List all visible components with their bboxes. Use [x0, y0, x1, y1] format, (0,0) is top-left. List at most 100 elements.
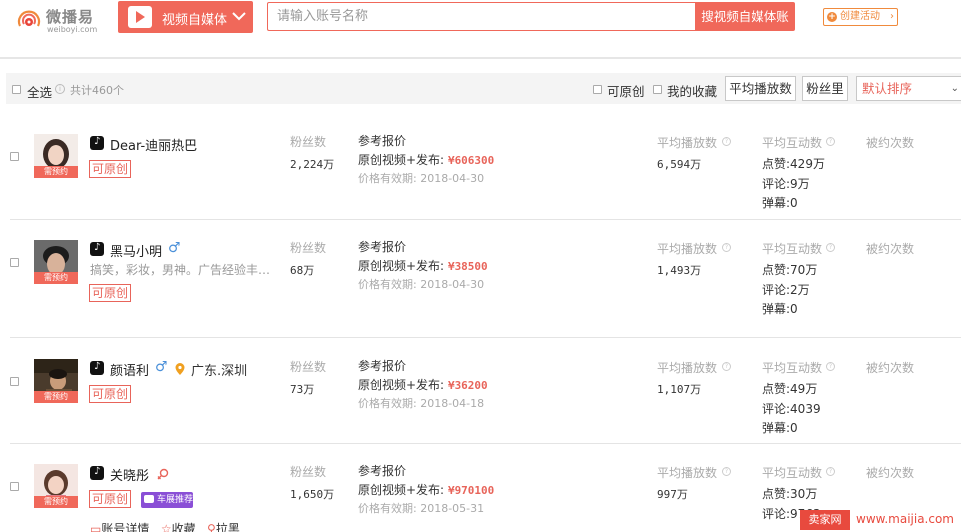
- help-icon: ?: [722, 467, 731, 476]
- avatar[interactable]: 需预约: [34, 240, 78, 284]
- quote-label: 参考报价: [358, 359, 407, 373]
- account-name[interactable]: 黑马小明: [110, 241, 162, 260]
- comments-prefix: 评论:: [762, 402, 791, 416]
- price-line: 原创视频+发布: ¥36200: [358, 376, 488, 393]
- fans-value: 73万: [290, 383, 315, 396]
- account-name[interactable]: 颜语利: [110, 360, 149, 379]
- original-filter-checkbox[interactable]: [593, 85, 602, 94]
- original-tag: 可原创: [89, 284, 132, 302]
- row-checkbox[interactable]: [10, 152, 19, 161]
- select-all-label[interactable]: 全选: [27, 82, 52, 101]
- logo-mark-icon: [17, 10, 41, 27]
- row-divider: [10, 443, 961, 444]
- chevron-right-icon: ›: [890, 11, 894, 22]
- fans-label: 粉丝数: [290, 135, 327, 149]
- help-icon: ?: [826, 362, 835, 371]
- price-validity: 价格有效期: 2018-04-30: [358, 170, 484, 186]
- list-toolbar: 全选 i 共计460个 可原创 我的收藏 平均播放数 粉丝里 默认排序 ⌄: [6, 73, 961, 104]
- price-currency: ¥: [447, 154, 455, 167]
- sort-fans-button[interactable]: 粉丝里: [802, 76, 848, 101]
- validity-date: 2018-04-18: [420, 397, 485, 410]
- row-checkbox[interactable]: [10, 482, 19, 491]
- danmu-value: 0: [790, 196, 798, 210]
- select-all-checkbox[interactable]: [12, 85, 21, 94]
- row-checkbox[interactable]: [10, 377, 19, 386]
- danmu-stat: 弹幕:0: [762, 194, 798, 211]
- location-pin-icon: [175, 363, 185, 375]
- likes-prefix: 点赞:: [762, 382, 791, 396]
- danmu-value: 0: [790, 421, 798, 435]
- help-icon: ?: [722, 137, 731, 146]
- create-activity-label: 创建活动: [840, 11, 880, 22]
- help-icon: ?: [826, 137, 835, 146]
- chevron-down-icon: [232, 12, 246, 21]
- watermark-url: www.maijia.com: [856, 512, 954, 526]
- price-currency: ¥: [447, 260, 455, 273]
- account-intro: 搞笑，彩妆，男神。广告经验丰…: [90, 263, 271, 277]
- comments-prefix: 评论:: [762, 507, 791, 521]
- price-line: 原创视频+发布: ¥970100: [358, 481, 494, 498]
- detail-icon: ▭: [90, 522, 102, 532]
- sort-order-select[interactable]: 默认排序 ⌄: [856, 76, 961, 101]
- avatar[interactable]: 需预约: [34, 359, 78, 403]
- price-validity: 价格有效期: 2018-05-31: [358, 500, 484, 516]
- sort-order-value: 默认排序: [862, 81, 913, 96]
- likes-stat: 点赞:30万: [762, 485, 817, 502]
- info-icon: i: [55, 84, 65, 94]
- danmu-stat: 弹幕:0: [762, 300, 798, 317]
- original-tag: 可原创: [89, 490, 132, 508]
- price-value: 606300: [454, 154, 495, 167]
- avg-play-label: 平均播放数: [657, 242, 718, 256]
- comments-stat: 评论:9万: [762, 175, 810, 192]
- search-button[interactable]: 搜视频自媒体账: [695, 2, 795, 31]
- search-input[interactable]: [268, 3, 695, 30]
- danmu-prefix: 弹幕:: [762, 302, 791, 316]
- account-detail-label: 账号详情: [101, 522, 150, 532]
- likes-prefix: 点赞:: [762, 157, 791, 171]
- favorite-link[interactable]: ☆收藏: [161, 522, 196, 532]
- price-validity: 价格有效期: 2018-04-18: [358, 395, 484, 411]
- total-count: 共计460个: [70, 84, 124, 97]
- comments-prefix: 评论:: [762, 177, 791, 191]
- logo[interactable]: 微播易 weiboyi.com: [14, 4, 104, 38]
- likes-value: 49万: [790, 382, 818, 396]
- booked-label: 被约次数: [866, 361, 915, 375]
- danmu-stat: 弹幕:0: [762, 419, 798, 436]
- avg-interaction-label: 平均互动数: [762, 361, 823, 375]
- avatar[interactable]: 需预约: [34, 464, 78, 508]
- avg-play-value: 6,594万: [657, 158, 702, 171]
- account-name[interactable]: Dear-迪丽热巴: [110, 135, 197, 154]
- block-label: 拉黑: [215, 522, 240, 532]
- price-prefix: 原创视频+发布:: [358, 153, 445, 167]
- row-checkbox[interactable]: [10, 258, 19, 267]
- media-type-dropdown[interactable]: 视频自媒体: [118, 1, 253, 33]
- fans-label: 粉丝数: [290, 360, 327, 374]
- block-link[interactable]: ⚲拉黑: [207, 522, 240, 532]
- danmu-prefix: 弹幕:: [762, 421, 791, 435]
- star-icon: ☆: [160, 522, 172, 532]
- favorites-filter-checkbox[interactable]: [653, 85, 662, 94]
- help-icon: ?: [826, 467, 835, 476]
- likes-prefix: 点赞:: [762, 263, 791, 277]
- likes-stat: 点赞:429万: [762, 155, 825, 172]
- price-prefix: 原创视频+发布:: [358, 259, 445, 273]
- header-divider: [0, 57, 961, 59]
- account-name[interactable]: 关晓彤: [110, 465, 149, 484]
- avg-play-value: 997万: [657, 488, 688, 501]
- favorites-filter-label[interactable]: 我的收藏: [667, 81, 717, 100]
- avatar[interactable]: 需预约: [34, 134, 78, 178]
- account-detail-link[interactable]: ▭账号详情: [90, 522, 149, 532]
- danmu-value: 0: [790, 302, 798, 316]
- validity-prefix: 价格有效期:: [358, 278, 417, 291]
- help-icon: ?: [722, 243, 731, 252]
- reservation-badge: 需预约: [34, 166, 78, 178]
- help-icon: ?: [722, 362, 731, 371]
- booked-label: 被约次数: [866, 242, 915, 256]
- douyin-icon: ♪: [90, 242, 104, 256]
- sort-avg-play-button[interactable]: 平均播放数: [725, 76, 796, 101]
- create-activity-button[interactable]: + 创建活动 ›: [823, 8, 898, 26]
- price-line: 原创视频+发布: ¥38500: [358, 257, 488, 274]
- avg-interaction-label: 平均互动数: [762, 466, 823, 480]
- original-filter-label[interactable]: 可原创: [607, 81, 645, 100]
- price-value: 36200: [454, 379, 488, 392]
